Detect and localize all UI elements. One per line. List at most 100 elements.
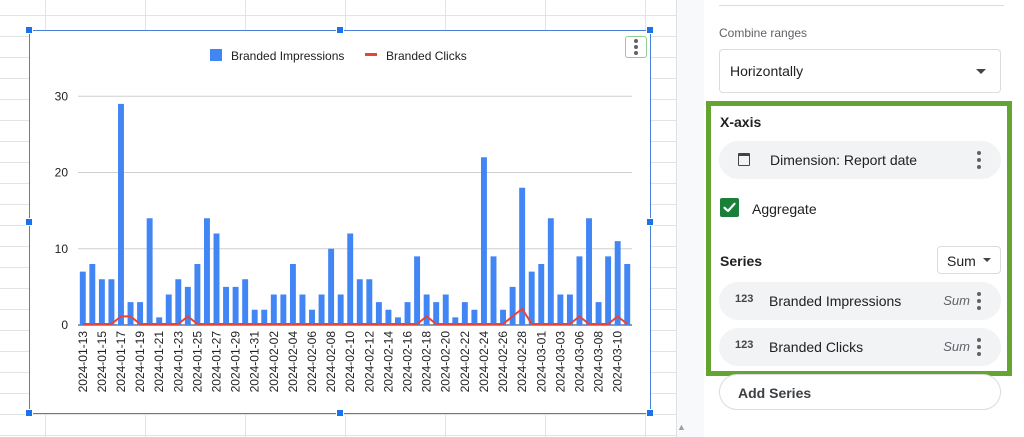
x-tick-label: 2024-02-08 bbox=[324, 331, 338, 393]
bar-impressions bbox=[461, 302, 468, 325]
bar-impressions bbox=[490, 256, 497, 325]
x-tick-label: 2024-01-23 bbox=[171, 331, 185, 393]
x-tick-label: 2024-02-18 bbox=[420, 331, 434, 393]
bar-impressions bbox=[251, 309, 258, 325]
series-chip-clicks[interactable]: 123 Branded Clicks Sum bbox=[719, 328, 1001, 366]
sheet-scrollbar[interactable] bbox=[676, 0, 704, 437]
bar-impressions bbox=[289, 264, 296, 325]
bar-impressions bbox=[614, 241, 621, 325]
x-tick-label: 2024-01-27 bbox=[210, 331, 224, 393]
bar-impressions bbox=[203, 218, 210, 325]
kebab-dot-icon bbox=[634, 51, 638, 55]
series-menu-kebab-icon[interactable] bbox=[977, 338, 981, 356]
bar-impressions bbox=[385, 309, 392, 325]
bar-impressions bbox=[318, 294, 325, 325]
bar-impressions bbox=[566, 294, 573, 325]
x-tick-label: 2024-01-29 bbox=[229, 331, 243, 393]
bar-impressions bbox=[624, 264, 631, 325]
bar-impressions bbox=[175, 279, 182, 325]
bar-impressions bbox=[232, 286, 239, 325]
resize-handle-right[interactable] bbox=[646, 218, 654, 226]
legend-swatch-impressions bbox=[210, 49, 222, 61]
series-label: Branded Impressions bbox=[769, 293, 902, 309]
x-tick-label: 2024-01-21 bbox=[152, 331, 166, 393]
x-tick-label: 2024-02-20 bbox=[439, 331, 453, 393]
series-chip-impressions[interactable]: 123 Branded Impressions Sum bbox=[719, 282, 1001, 320]
bar-impressions bbox=[118, 103, 124, 325]
combine-ranges-select[interactable]: Horizontally bbox=[719, 49, 1001, 93]
bar-impressions bbox=[309, 309, 315, 325]
bar-impressions bbox=[605, 256, 612, 325]
x-tick-label: 2024-03-06 bbox=[572, 331, 586, 393]
bar-impressions bbox=[299, 294, 306, 325]
resize-handle-bottom-right[interactable] bbox=[646, 409, 654, 417]
series-aggregation-value: Sum bbox=[947, 253, 976, 269]
bar-impressions bbox=[576, 256, 583, 325]
series-menu-kebab-icon[interactable] bbox=[977, 292, 981, 310]
series-label: Branded Clicks bbox=[769, 339, 864, 355]
divider bbox=[719, 5, 1004, 6]
bar-impressions bbox=[528, 271, 535, 325]
y-tick-label: 20 bbox=[55, 166, 69, 180]
bar-impressions bbox=[471, 309, 478, 325]
bar-impressions bbox=[242, 279, 249, 325]
x-tick-label: 2024-02-02 bbox=[267, 331, 281, 393]
x-tick-label: 2024-02-28 bbox=[515, 331, 529, 393]
bar-impressions bbox=[375, 302, 382, 325]
bar-impressions bbox=[356, 279, 363, 325]
bar-impressions bbox=[261, 309, 268, 325]
bar-impressions bbox=[194, 264, 201, 325]
x-axis-title: X-axis bbox=[720, 114, 762, 130]
x-tick-label: 2024-01-31 bbox=[248, 331, 262, 393]
bar-impressions bbox=[442, 294, 449, 325]
bar-impressions bbox=[538, 264, 545, 325]
legend-swatch-clicks bbox=[365, 53, 377, 56]
y-tick-label: 30 bbox=[55, 89, 69, 103]
kebab-dot-icon bbox=[634, 39, 638, 43]
resize-handle-bottom-left[interactable] bbox=[25, 409, 33, 417]
x-tick-label: 2024-03-08 bbox=[592, 331, 606, 393]
bar-impressions bbox=[89, 264, 96, 325]
scroll-up-arrow-icon[interactable]: ▲ bbox=[677, 422, 686, 432]
dimension-menu-kebab-icon[interactable] bbox=[977, 151, 981, 169]
aggregate-checkbox[interactable] bbox=[720, 198, 739, 217]
bar-impressions bbox=[404, 302, 411, 325]
bar-impressions bbox=[557, 294, 564, 325]
series-aggregation: Sum bbox=[943, 339, 970, 354]
bar-impressions bbox=[79, 271, 86, 325]
bar-impressions bbox=[366, 279, 373, 325]
chart[interactable]: Branded Impressions Branded Clicks 0 10 20… bbox=[25, 26, 654, 417]
resize-handle-top[interactable] bbox=[336, 26, 344, 34]
x-tick-label: 2024-02-06 bbox=[305, 331, 319, 393]
dimension-label: Dimension: Report date bbox=[770, 152, 918, 168]
add-series-label: Add Series bbox=[738, 385, 812, 401]
legend-label-clicks: Branded Clicks bbox=[386, 49, 467, 63]
bar-impressions bbox=[280, 294, 287, 325]
x-tick-label: 2024-02-16 bbox=[401, 331, 415, 393]
series-aggregation-select[interactable]: Sum bbox=[937, 246, 1001, 274]
x-axis-dimension-chip[interactable]: Dimension: Report date bbox=[719, 141, 1001, 179]
x-tick-label: 2024-03-01 bbox=[534, 331, 548, 393]
bar-impressions bbox=[146, 218, 153, 325]
add-series-button[interactable]: Add Series bbox=[719, 374, 1001, 410]
bar-impressions bbox=[519, 187, 526, 325]
bar-impressions bbox=[223, 286, 230, 325]
resize-handle-top-left[interactable] bbox=[25, 26, 33, 34]
legend-label-impressions: Branded Impressions bbox=[231, 49, 344, 63]
x-tick-label: 2024-01-17 bbox=[114, 331, 128, 393]
resize-handle-left[interactable] bbox=[25, 218, 33, 226]
x-tick-label: 2024-02-10 bbox=[343, 331, 357, 393]
chart-svg: Branded Impressions Branded Clicks 0 10 20… bbox=[55, 49, 632, 393]
resize-handle-bottom[interactable] bbox=[336, 409, 344, 417]
bar-impressions bbox=[414, 256, 421, 325]
checkmark-icon bbox=[723, 202, 736, 213]
bar-impressions bbox=[337, 294, 344, 325]
bar-impressions bbox=[595, 302, 602, 325]
chart-menu-button[interactable] bbox=[625, 36, 647, 58]
numeric-123-icon: 123 bbox=[735, 339, 754, 351]
x-tick-label: 2024-02-04 bbox=[286, 331, 300, 393]
series-title: Series bbox=[720, 253, 763, 269]
bar-impressions bbox=[165, 294, 172, 325]
bar-impressions bbox=[98, 279, 105, 325]
resize-handle-top-right[interactable] bbox=[646, 26, 654, 34]
